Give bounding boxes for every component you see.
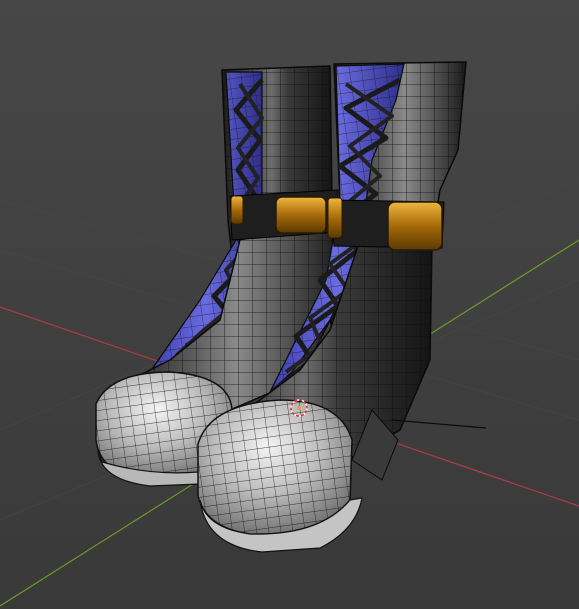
right-boot-buckle-side <box>327 197 343 239</box>
left-boot-buckle-side <box>230 195 244 225</box>
left-boot-buckle[interactable] <box>275 196 327 234</box>
viewport-canvas[interactable] <box>0 0 579 609</box>
3d-viewport[interactable] <box>0 0 579 609</box>
right-boot-buckle[interactable] <box>387 201 443 251</box>
